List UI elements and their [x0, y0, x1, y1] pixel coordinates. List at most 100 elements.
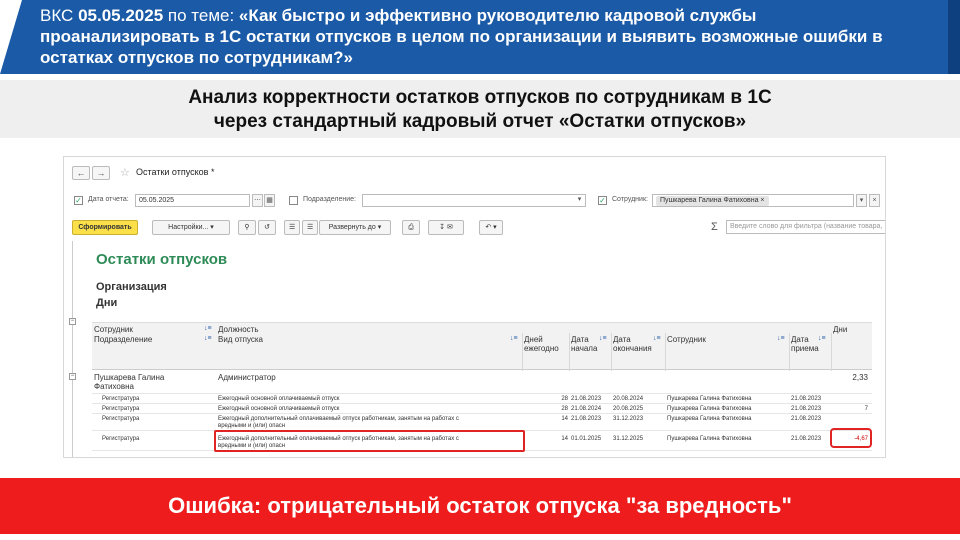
favorite-star-icon[interactable]: ☆ [120, 166, 130, 179]
report-grid: Сотрудник ↓≡ Должность Дни Подразделение… [92, 322, 872, 457]
report-toolbar: Сформировать Настройки... ▾ ⚲ ↺ ☰ ☰ Разв… [64, 219, 885, 237]
error-message: Ошибка: отрицательный остаток отпуска "з… [0, 478, 960, 534]
row-division: Регистратура [102, 436, 140, 442]
sort-icon[interactable]: ↓≡ [599, 335, 607, 342]
highlight-negative-balance [830, 428, 872, 448]
print-icon[interactable]: ⎙ [402, 220, 420, 235]
group-employee-name: Пушкарева Галина Фатиховна [94, 373, 182, 391]
forward-arrow-icon[interactable]: → [92, 166, 110, 180]
report-group-days: Дни [96, 297, 118, 309]
sum-icon[interactable]: Σ [711, 221, 718, 233]
report-area: − − Остатки отпусков Организация Дни Сот… [64, 241, 885, 457]
employee-checkbox[interactable]: ✓ [598, 196, 607, 205]
division-label: Подразделение: [303, 196, 356, 203]
row-employee: Пушкарева Галина Фатиховна [667, 396, 752, 402]
sort-icon[interactable]: ↓≡ [204, 335, 212, 342]
window-title: Остатки отпусков * [136, 167, 215, 177]
expand-to-label: Развернуть до [328, 224, 376, 231]
link-icon[interactable]: ↶ ▾ [479, 220, 503, 235]
column-separator [665, 333, 666, 371]
header-banner-edge [948, 0, 960, 74]
group-days: 2,33 [852, 373, 868, 382]
row-division: Регистратура [102, 396, 140, 402]
row-division: Регистратура [102, 416, 140, 422]
division-field[interactable] [362, 194, 586, 207]
report-group-organization: Организация [96, 281, 167, 293]
row-days: 7 [864, 406, 868, 412]
sort-icon[interactable]: ↓≡ [818, 335, 826, 342]
header-banner: ВКС 05.05.2025 по теме: «Как быстро и эф… [0, 0, 960, 74]
row-employee: Пушкарева Галина Фатиховна [667, 416, 752, 422]
header-banner-text: ВКС 05.05.2025 по теме: «Как быстро и эф… [40, 5, 920, 68]
row-vacation-type: Ежегодный основной оплачиваемый отпуск [218, 396, 340, 402]
grid-header: Сотрудник ↓≡ Должность Дни Подразделение… [92, 322, 872, 371]
row-employee: Пушкарева Галина Фатиховна [667, 406, 752, 412]
subtitle-line-2: через стандартный кадровый отчет «Остатк… [213, 111, 747, 132]
back-arrow-icon[interactable]: ← [72, 166, 90, 180]
sort-icon[interactable]: ↓≡ [653, 335, 661, 342]
expand-to-button[interactable]: Развернуть до ▾ [319, 220, 391, 235]
employee-clear-icon[interactable]: × [869, 194, 880, 207]
report-window: ← → ☆ Остатки отпусков * ✓ Дата отчета: … [63, 156, 886, 458]
window-titlebar: ← → ☆ Остатки отпусков * [64, 157, 885, 187]
zoom-icon[interactable]: ↺ [258, 220, 276, 235]
group-collapse-icon[interactable]: ☰ [284, 220, 300, 235]
row-days-per-year: 28 [561, 406, 568, 412]
row-start-date: 21.08.2023 [571, 416, 602, 422]
group-expand-icon[interactable]: ☰ [302, 220, 318, 235]
header-start-date: Дата начала [571, 335, 598, 353]
column-separator [522, 333, 523, 371]
sort-icon[interactable]: ↓≡ [510, 335, 518, 342]
row-end-date: 20.08.2024 [613, 396, 644, 402]
sort-icon[interactable]: ↓≡ [204, 325, 212, 332]
row-start-date: 01.01.2025 [571, 436, 602, 442]
row-vacation-type-cont: вредными и (или) опасн [218, 423, 286, 429]
filter-input[interactable]: Введите слово для фильтра (название това… [726, 220, 885, 234]
save-export-icon[interactable]: ↧ ✉ [428, 220, 464, 235]
generate-button[interactable]: Сформировать [72, 220, 138, 235]
row-hire-date: 21.08.2023 [791, 396, 822, 402]
row-days-per-year: 14 [561, 436, 568, 442]
division-dropdown-icon[interactable]: ▾ [574, 194, 585, 207]
date-field[interactable]: 05.05.2025 [135, 194, 250, 207]
employee-dropdown-icon[interactable]: ▾ [856, 194, 867, 207]
row-hire-date: 21.08.2023 [791, 416, 822, 422]
settings-button[interactable]: Настройки... ▾ [152, 220, 230, 235]
header-end-date: Дата окончания [613, 335, 652, 353]
header-vacation-type: Вид отпуска [218, 335, 263, 344]
table-row[interactable]: Регистратура Ежегодный основной оплачива… [92, 405, 872, 414]
row-end-date: 20.08.2025 [613, 406, 644, 412]
header-days-per-year: Дней ежегодно [524, 335, 559, 353]
table-group-row[interactable]: Пушкарева Галина Фатиховна Администратор… [92, 372, 872, 394]
row-days-per-year: 28 [561, 396, 568, 402]
report-parameters: ✓ Дата отчета: 05.05.2025 ⋯ ▦ Подразделе… [64, 192, 885, 212]
collapse-icon[interactable]: − [69, 318, 76, 325]
table-row[interactable]: Регистратура Ежегодный основной оплачива… [92, 395, 872, 404]
collapse-group-icon[interactable]: − [69, 373, 76, 380]
header-days: Дни [833, 325, 848, 334]
banner-prefix: ВКС [40, 6, 79, 25]
division-checkbox[interactable] [289, 196, 298, 205]
header-employee-2: Сотрудник [667, 335, 706, 344]
search-icon[interactable]: ⚲ [238, 220, 256, 235]
group-employee-name-text: Пушкарева Галина Фатиховна [94, 373, 165, 391]
settings-label: Настройки... [168, 224, 209, 231]
row-hire-date: 21.08.2023 [791, 406, 822, 412]
column-separator [789, 333, 790, 371]
row-end-date: 31.12.2025 [613, 436, 644, 442]
row-division: Регистратура [102, 406, 140, 412]
group-line [72, 241, 73, 457]
header-position: Должность [218, 325, 259, 334]
date-checkbox[interactable]: ✓ [74, 196, 83, 205]
employee-label: Сотрудник: [612, 196, 648, 203]
highlight-vacation-type [214, 430, 525, 452]
column-separator [611, 333, 612, 371]
calendar-icon[interactable]: ▦ [264, 194, 275, 207]
column-separator [831, 333, 832, 371]
employee-tag[interactable]: Пушкарева Галина Фатиховна × [656, 196, 769, 206]
date-select-button[interactable]: ⋯ [252, 194, 263, 207]
row-employee: Пушкарева Галина Фатиховна [667, 436, 752, 442]
table-row[interactable]: Регистратура Ежегодный дополнительный оп… [92, 415, 872, 431]
header-division: Подразделение [94, 335, 153, 344]
sort-icon[interactable]: ↓≡ [777, 335, 785, 342]
